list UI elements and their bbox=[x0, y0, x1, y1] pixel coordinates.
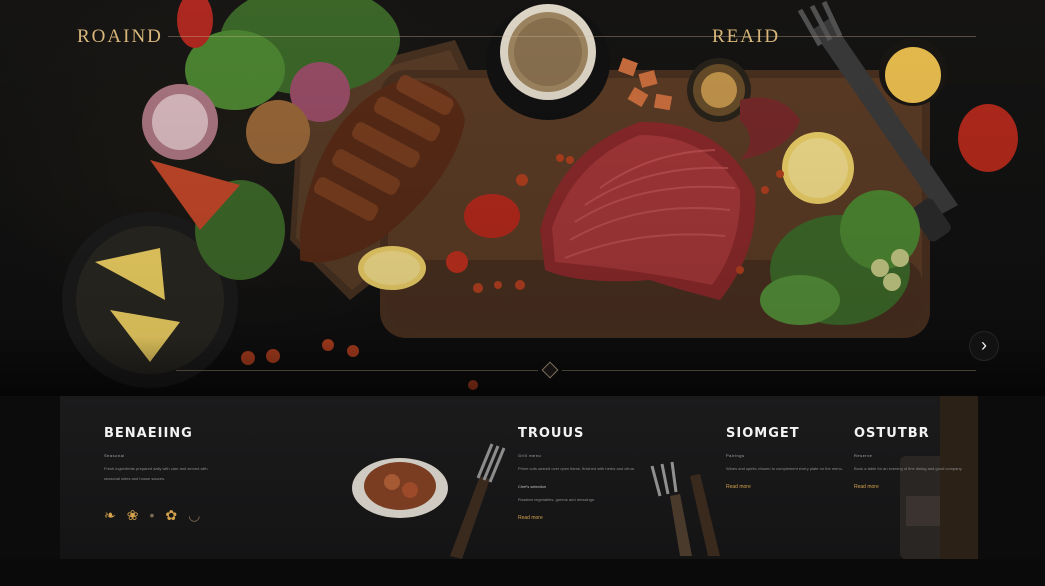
column-text: Prime cuts seared over open flame, finis… bbox=[518, 466, 635, 471]
column-title: SIOMGET bbox=[726, 426, 800, 441]
column-text-secondary: Roasted vegetables, greens and dressings… bbox=[518, 497, 595, 502]
pepper-icon[interactable]: ✿ bbox=[165, 508, 177, 522]
hero-banner: ROAIND REAID › bbox=[0, 0, 1045, 396]
column-subheading: Chef's selection bbox=[518, 484, 547, 489]
column-subtitle: Grill menu bbox=[518, 453, 542, 458]
drop-icon[interactable]: • bbox=[149, 508, 154, 522]
brand-logo-left[interactable]: ROAIND bbox=[77, 26, 163, 48]
read-more-link[interactable]: Read more bbox=[726, 484, 846, 490]
hero-divider-left bbox=[176, 370, 538, 371]
chevron-right-icon: › bbox=[981, 335, 987, 355]
read-more-link[interactable]: Read more bbox=[854, 484, 974, 490]
column-title: BENAEIING bbox=[104, 426, 193, 441]
bowl-icon[interactable]: ◡ bbox=[188, 508, 200, 522]
column-subtitle: Reserve bbox=[854, 453, 873, 458]
leaf-icon[interactable]: ❧ bbox=[104, 508, 116, 522]
column-title: OSTUTBR bbox=[854, 426, 930, 441]
brand-logo-right[interactable]: REAID bbox=[712, 26, 780, 48]
feature-column-4: OSTUTBR Reserve Book a table for an even… bbox=[854, 426, 974, 490]
column-text: Book a table for an evening of fine dini… bbox=[854, 466, 963, 471]
hero-divider-right bbox=[562, 370, 976, 371]
column-text: Fresh ingredients prepared daily with ca… bbox=[104, 466, 208, 481]
next-slide-button[interactable]: › bbox=[969, 331, 999, 361]
column-subtitle: Pairings bbox=[726, 453, 745, 458]
food-spread-illustration bbox=[0, 0, 1045, 396]
flame-icon[interactable]: ❀ bbox=[127, 508, 139, 522]
feature-icon-row: ❧ ❀ • ✿ ◡ bbox=[104, 508, 200, 522]
read-more-link[interactable]: Read more bbox=[518, 515, 638, 521]
column-title: TROUUS bbox=[518, 426, 585, 441]
feature-column-3: SIOMGET Pairings Wines and spirits chose… bbox=[726, 426, 846, 490]
top-divider bbox=[168, 36, 976, 37]
info-panel: BENAEIING Seasonal Fresh ingredients pre… bbox=[60, 396, 978, 559]
column-subtitle: Seasonal bbox=[104, 453, 125, 458]
footer-strip bbox=[0, 559, 1045, 586]
feature-column-1: BENAEIING Seasonal Fresh ingredients pre… bbox=[104, 426, 224, 484]
column-text: Wines and spirits chosen to complement e… bbox=[726, 466, 843, 471]
feature-column-2: TROUUS Grill menu Prime cuts seared over… bbox=[518, 426, 638, 521]
